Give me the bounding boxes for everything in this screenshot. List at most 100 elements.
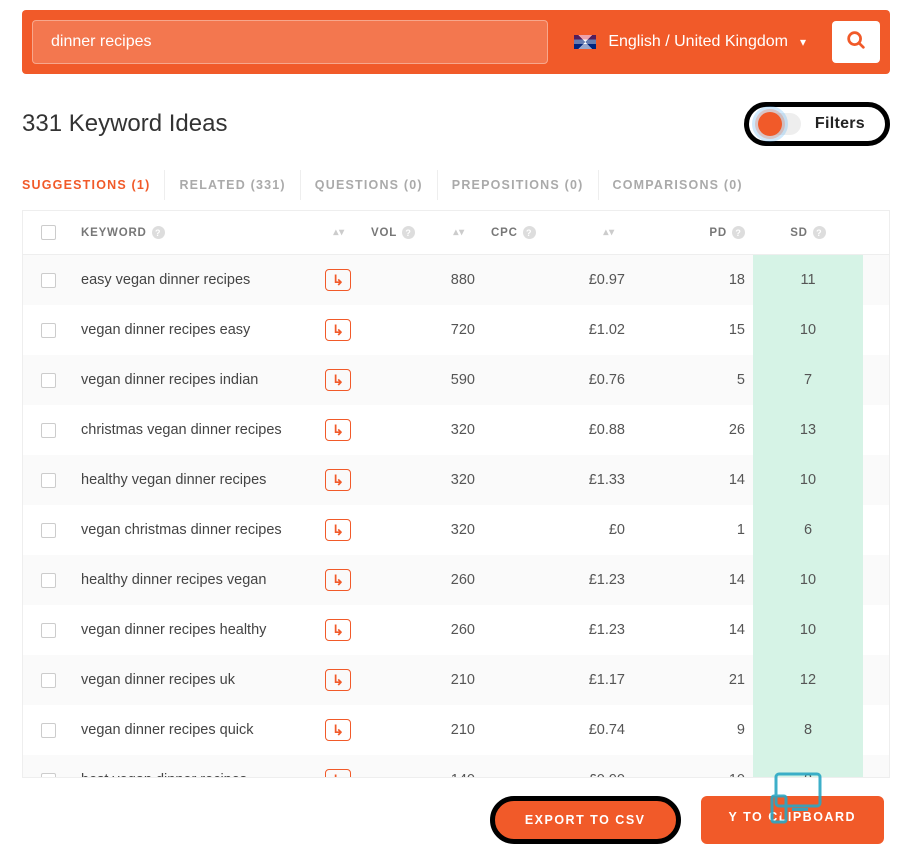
- copy-clipboard-button[interactable]: Y TO CLIPBOARD: [701, 796, 885, 844]
- pd-value: 1: [633, 508, 753, 552]
- pd-value: 15: [633, 308, 753, 352]
- search-bar: English / United Kingdom ▾: [22, 10, 890, 74]
- pd-value: 10: [633, 758, 753, 777]
- vol-value: 320: [363, 408, 483, 452]
- sd-value: 7: [753, 355, 863, 405]
- table-row: vegan dinner recipes quick↳210£0.7498: [23, 705, 889, 755]
- col-vol[interactable]: VOL: [371, 227, 397, 239]
- export-csv-button[interactable]: EXPORT TO CSV: [490, 796, 681, 844]
- filters-toggle[interactable]: Filters: [744, 102, 890, 146]
- expand-icon[interactable]: ↳: [325, 319, 351, 341]
- cpc-value: £1.23: [483, 558, 633, 602]
- table-row: easy vegan dinner recipes↳880£0.971811: [23, 255, 889, 305]
- info-icon: ?: [402, 226, 415, 239]
- tab[interactable]: QUESTIONS (0): [301, 170, 438, 200]
- col-sd[interactable]: SD: [790, 227, 808, 239]
- vol-value: 260: [363, 558, 483, 602]
- table-row: vegan dinner recipes healthy↳260£1.23141…: [23, 605, 889, 655]
- language-label: English / United Kingdom: [608, 33, 788, 51]
- row-checkbox[interactable]: [41, 573, 56, 588]
- sd-value: 6: [753, 505, 863, 555]
- cpc-value: £0.76: [483, 358, 633, 402]
- pd-value: 18: [633, 258, 753, 302]
- sort-icon[interactable]: ▴▾: [603, 227, 625, 238]
- col-keyword[interactable]: KEYWORD: [81, 227, 147, 239]
- col-pd[interactable]: PD: [709, 227, 727, 239]
- table-body[interactable]: easy vegan dinner recipes↳880£0.971811ve…: [23, 255, 889, 777]
- table-row: vegan dinner recipes uk↳210£1.172112: [23, 655, 889, 705]
- table-row: vegan dinner recipes easy↳720£1.021510: [23, 305, 889, 355]
- expand-icon[interactable]: ↳: [325, 269, 351, 291]
- row-checkbox[interactable]: [41, 423, 56, 438]
- tab[interactable]: SUGGESTIONS (1): [22, 170, 165, 200]
- row-checkbox[interactable]: [41, 473, 56, 488]
- row-checkbox[interactable]: [41, 523, 56, 538]
- row-checkbox[interactable]: [41, 773, 56, 778]
- vol-value: 260: [363, 608, 483, 652]
- row-checkbox[interactable]: [41, 673, 56, 688]
- expand-icon[interactable]: ↳: [325, 769, 351, 777]
- select-all-checkbox[interactable]: [41, 225, 56, 240]
- col-cpc[interactable]: CPC: [491, 227, 518, 239]
- expand-icon[interactable]: ↳: [325, 469, 351, 491]
- keyword-text: vegan dinner recipes quick: [81, 722, 315, 738]
- sd-value: 11: [753, 255, 863, 305]
- cpc-value: £1.33: [483, 458, 633, 502]
- keyword-text: vegan dinner recipes indian: [81, 372, 315, 388]
- vol-value: 140: [363, 758, 483, 777]
- row-checkbox[interactable]: [41, 723, 56, 738]
- sort-icon[interactable]: ▴▾: [453, 227, 475, 238]
- table-row: best vegan dinner recipes↳140£0.90108: [23, 755, 889, 777]
- expand-icon[interactable]: ↳: [325, 669, 351, 691]
- info-icon: ?: [523, 226, 536, 239]
- row-checkbox[interactable]: [41, 623, 56, 638]
- keyword-text: healthy vegan dinner recipes: [81, 472, 315, 488]
- sd-value: 8: [753, 705, 863, 755]
- vol-value: 210: [363, 658, 483, 702]
- pd-value: 21: [633, 658, 753, 702]
- pd-value: 14: [633, 458, 753, 502]
- search-icon: [845, 29, 867, 56]
- pd-value: 9: [633, 708, 753, 752]
- cpc-value: £0.88: [483, 408, 633, 452]
- expand-icon[interactable]: ↳: [325, 519, 351, 541]
- tab[interactable]: RELATED (331): [165, 170, 300, 200]
- info-icon: ?: [813, 226, 826, 239]
- cpc-value: £0.90: [483, 758, 633, 777]
- search-button[interactable]: [832, 21, 880, 63]
- row-checkbox[interactable]: [41, 323, 56, 338]
- info-icon: ?: [732, 226, 745, 239]
- vol-value: 210: [363, 708, 483, 752]
- sd-value: 12: [753, 655, 863, 705]
- row-checkbox[interactable]: [41, 273, 56, 288]
- tab[interactable]: COMPARISONS (0): [599, 170, 757, 200]
- vol-value: 880: [363, 258, 483, 302]
- expand-icon[interactable]: ↳: [325, 369, 351, 391]
- vol-value: 720: [363, 308, 483, 352]
- expand-icon[interactable]: ↳: [325, 619, 351, 641]
- footer-actions: EXPORT TO CSV Y TO CLIPBOARD: [0, 778, 912, 862]
- search-input[interactable]: [32, 20, 548, 64]
- pd-value: 5: [633, 358, 753, 402]
- sd-value: 10: [753, 555, 863, 605]
- vol-value: 320: [363, 458, 483, 502]
- tabs: SUGGESTIONS (1)RELATED (331)QUESTIONS (0…: [0, 152, 912, 200]
- expand-icon[interactable]: ↳: [325, 419, 351, 441]
- toggle-switch[interactable]: [759, 113, 801, 135]
- table-row: vegan christmas dinner recipes↳320£016: [23, 505, 889, 555]
- info-icon: ?: [152, 226, 165, 239]
- cpc-value: £1.23: [483, 608, 633, 652]
- row-checkbox[interactable]: [41, 373, 56, 388]
- sd-value: 10: [753, 455, 863, 505]
- sort-icon[interactable]: ▴▾: [333, 227, 355, 238]
- keyword-table: KEYWORD ? ▴▾ VOL ? ▴▾ CPC ? ▴▾ PD ?: [22, 210, 890, 778]
- language-selector[interactable]: English / United Kingdom ▾: [558, 23, 822, 61]
- keyword-text: vegan dinner recipes uk: [81, 672, 315, 688]
- table-row: healthy dinner recipes vegan↳260£1.23141…: [23, 555, 889, 605]
- tab[interactable]: PREPOSITIONS (0): [438, 170, 599, 200]
- expand-icon[interactable]: ↳: [325, 719, 351, 741]
- table-row: christmas vegan dinner recipes↳320£0.882…: [23, 405, 889, 455]
- keyword-text: best vegan dinner recipes: [81, 772, 315, 777]
- vol-value: 320: [363, 508, 483, 552]
- expand-icon[interactable]: ↳: [325, 569, 351, 591]
